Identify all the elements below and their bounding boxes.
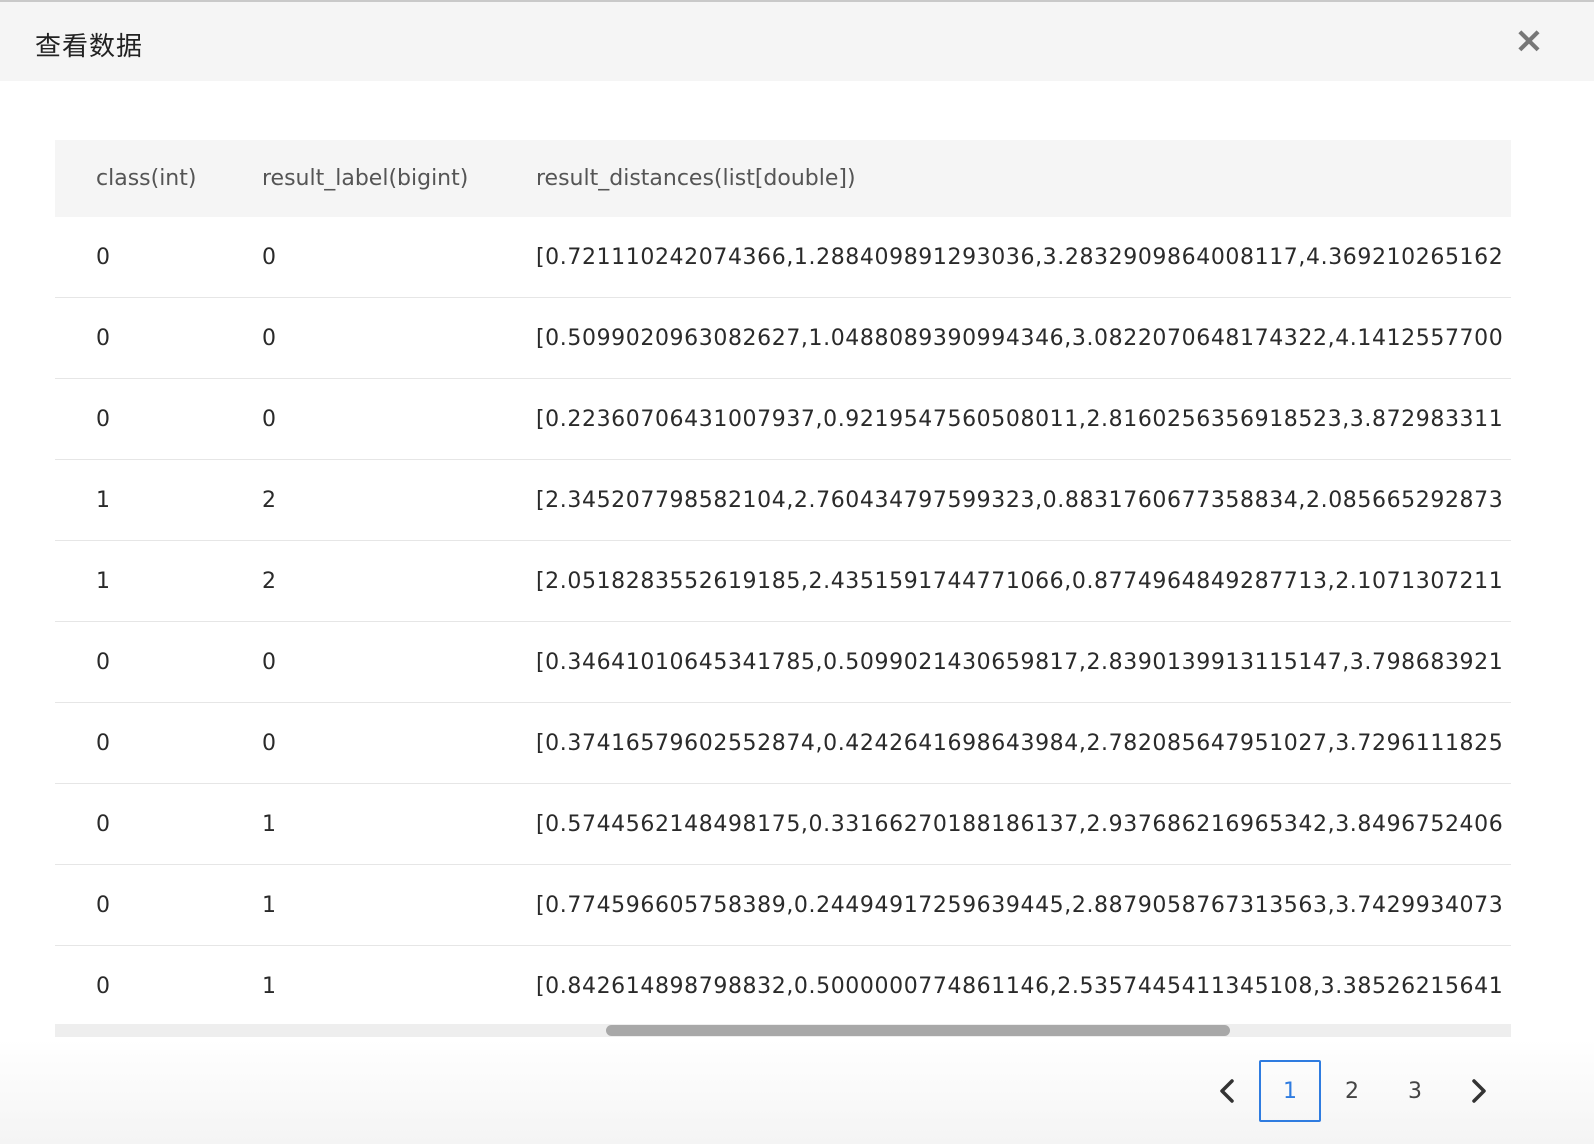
- cell-class: 1: [55, 540, 262, 622]
- cell-result-distances: [0.5744562148498175,0.33166270188186137,…: [536, 783, 1511, 865]
- cell-result-distances: [0.37416579602552874,0.4242641698643984,…: [536, 702, 1511, 784]
- table-row: 0 0 [0.721110242074366,1.288409891293036…: [55, 217, 1511, 298]
- cell-result-label: 2: [262, 540, 536, 622]
- cell-class: 0: [55, 702, 262, 784]
- modal-header: 查看数据 ×: [0, 2, 1594, 81]
- page-button-1[interactable]: 1: [1259, 1060, 1321, 1122]
- cell-result-distances: [0.5099020963082627,1.0488089390994346,3…: [536, 297, 1511, 379]
- cell-class: 0: [55, 217, 262, 298]
- cell-result-label: 0: [262, 621, 536, 703]
- cell-class: 0: [55, 864, 262, 946]
- cell-result-distances: [2.345207798582104,2.760434797599323,0.8…: [536, 459, 1511, 541]
- cell-result-distances: [0.842614898798832,0.5000000774861146,2.…: [536, 945, 1511, 1024]
- table-row: 1 2 [2.345207798582104,2.760434797599323…: [55, 459, 1511, 541]
- table-row: 0 0 [0.34641010645341785,0.5099021430659…: [55, 621, 1511, 703]
- cell-class: 0: [55, 945, 262, 1024]
- cell-result-label: 0: [262, 378, 536, 460]
- column-header-result-distances: result_distances(list[double]): [536, 140, 1511, 217]
- cell-result-distances: [0.774596605758389,0.24494917259639445,2…: [536, 864, 1511, 946]
- table-row: 0 0 [0.5099020963082627,1.04880893909943…: [55, 297, 1511, 379]
- cell-class: 0: [55, 783, 262, 865]
- page-button-3[interactable]: 3: [1384, 1060, 1446, 1122]
- cell-result-label: 2: [262, 459, 536, 541]
- cell-result-label: 1: [262, 864, 536, 946]
- table-row: 0 1 [0.5744562148498175,0.33166270188186…: [55, 783, 1511, 865]
- table-row: 0 1 [0.774596605758389,0.244949172596394…: [55, 864, 1511, 946]
- cell-result-distances: [0.22360706431007937,0.9219547560508011,…: [536, 378, 1511, 460]
- column-header-result-label: result_label(bigint): [262, 140, 536, 217]
- cell-result-label: 1: [262, 945, 536, 1024]
- horizontal-scrollbar-thumb[interactable]: [606, 1025, 1230, 1036]
- table-row: 0 0 [0.37416579602552874,0.4242641698643…: [55, 702, 1511, 784]
- cell-result-label: 0: [262, 297, 536, 379]
- chevron-left-icon[interactable]: [1207, 1066, 1247, 1116]
- cell-result-label: 0: [262, 217, 536, 298]
- cell-result-distances: [2.0518283552619185,2.4351591744771066,0…: [536, 540, 1511, 622]
- cell-class: 1: [55, 459, 262, 541]
- page-button-2[interactable]: 2: [1321, 1060, 1383, 1122]
- cell-class: 0: [55, 378, 262, 460]
- column-header-class: class(int): [55, 140, 262, 217]
- cell-result-label: 1: [262, 783, 536, 865]
- data-table-viewport[interactable]: class(int) result_label(bigint) result_d…: [55, 140, 1511, 1024]
- table-row: 0 1 [0.842614898798832,0.500000077486114…: [55, 945, 1511, 1024]
- cell-result-label: 0: [262, 702, 536, 784]
- table-header-row: class(int) result_label(bigint) result_d…: [55, 140, 1511, 217]
- table-row: 0 0 [0.22360706431007937,0.9219547560508…: [55, 378, 1511, 460]
- cell-class: 0: [55, 297, 262, 379]
- cell-result-distances: [0.34641010645341785,0.5099021430659817,…: [536, 621, 1511, 703]
- chevron-right-icon[interactable]: [1459, 1066, 1499, 1116]
- data-table: class(int) result_label(bigint) result_d…: [55, 140, 1511, 1024]
- table-row: 1 2 [2.0518283552619185,2.43515917447710…: [55, 540, 1511, 622]
- cell-class: 0: [55, 621, 262, 703]
- modal-title: 查看数据: [35, 32, 144, 62]
- close-icon[interactable]: ×: [1509, 20, 1549, 61]
- cell-result-distances: [0.721110242074366,1.288409891293036,3.2…: [536, 217, 1511, 298]
